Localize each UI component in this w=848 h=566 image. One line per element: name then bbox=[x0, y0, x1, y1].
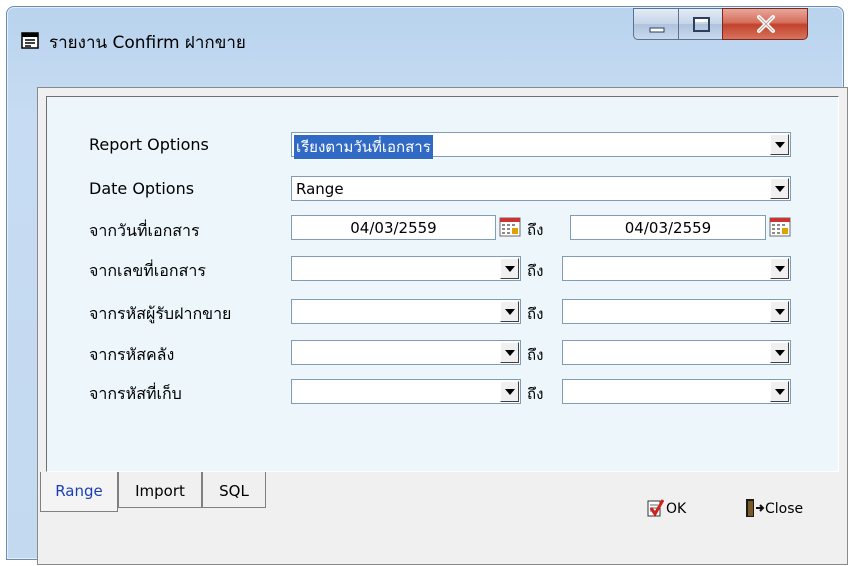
calendar-icon[interactable] bbox=[769, 217, 791, 237]
ok-button[interactable]: OK bbox=[646, 498, 716, 522]
tab-sql-label: SQL bbox=[219, 482, 249, 500]
warehouse-to-select[interactable] bbox=[562, 340, 791, 365]
doc-date-to-value: 04/03/2559 bbox=[624, 219, 712, 237]
chevron-down-icon[interactable] bbox=[770, 258, 789, 279]
close-label: Close bbox=[765, 501, 804, 517]
chevron-down-icon[interactable] bbox=[770, 301, 789, 322]
warehouse-from-select[interactable] bbox=[291, 340, 521, 365]
chevron-down-icon[interactable] bbox=[770, 342, 789, 363]
window-title: รายงาน Confirm ฝากขาย bbox=[49, 33, 246, 53]
consignee-label: จากรหัสผู้รับฝากขาย bbox=[89, 304, 232, 323]
maximize-icon bbox=[693, 17, 710, 32]
chevron-down-icon[interactable] bbox=[500, 301, 519, 322]
close-window-button[interactable] bbox=[722, 8, 808, 40]
chevron-down-icon[interactable] bbox=[500, 258, 519, 279]
to-label: ถึง bbox=[527, 221, 544, 239]
tab-sql[interactable]: SQL bbox=[202, 472, 266, 508]
doc-date-label: จากวันที่เอกสาร bbox=[89, 221, 200, 240]
to-label: ถึง bbox=[527, 385, 544, 403]
report-window: รายงาน Confirm ฝากขาย Report Options เรี… bbox=[6, 6, 848, 565]
close-icon bbox=[757, 15, 775, 33]
tab-strip: Range Import SQL bbox=[38, 472, 848, 512]
chevron-down-icon[interactable] bbox=[770, 134, 789, 155]
location-to-select[interactable] bbox=[562, 379, 791, 404]
report-window-icon bbox=[21, 31, 39, 49]
client-area: Report Options เรียงตามวันที่เอกสาร Date… bbox=[37, 87, 848, 565]
exit-door-icon bbox=[746, 499, 765, 517]
maximize-button[interactable] bbox=[678, 8, 723, 40]
doc-date-to-input[interactable]: 04/03/2559 bbox=[570, 215, 766, 240]
tab-range[interactable]: Range bbox=[40, 472, 118, 512]
doc-no-from-select[interactable] bbox=[291, 256, 521, 281]
chevron-down-icon[interactable] bbox=[500, 342, 519, 363]
calendar-icon[interactable] bbox=[499, 217, 521, 237]
range-panel: Report Options เรียงตามวันที่เอกสาร Date… bbox=[46, 96, 839, 472]
doc-no-to-select[interactable] bbox=[562, 256, 791, 281]
tab-import-label: Import bbox=[135, 482, 185, 500]
to-label: ถึง bbox=[527, 305, 544, 323]
tab-range-label: Range bbox=[55, 482, 103, 500]
close-button[interactable]: Close bbox=[743, 498, 843, 522]
date-options-value: Range bbox=[296, 180, 344, 198]
doc-date-from-input[interactable]: 04/03/2559 bbox=[291, 215, 496, 240]
tab-import[interactable]: Import bbox=[118, 472, 202, 508]
location-label: จากรหัสที่เก็บ bbox=[89, 384, 182, 403]
ok-label: OK bbox=[666, 501, 687, 517]
date-options-label: Date Options bbox=[89, 179, 195, 198]
report-options-select[interactable]: เรียงตามวันที่เอกสาร bbox=[291, 132, 791, 160]
consignee-from-select[interactable] bbox=[291, 299, 521, 324]
consignee-to-select[interactable] bbox=[562, 299, 791, 324]
minimize-button[interactable] bbox=[633, 8, 679, 40]
title-bar[interactable]: รายงาน Confirm ฝากขาย bbox=[7, 7, 843, 79]
check-document-icon bbox=[647, 499, 664, 517]
chevron-down-icon[interactable] bbox=[770, 381, 789, 402]
doc-date-from-value: 04/03/2559 bbox=[350, 219, 437, 237]
to-label: ถึง bbox=[527, 346, 544, 364]
chevron-down-icon[interactable] bbox=[770, 178, 789, 199]
warehouse-label: จากรหัสคลัง bbox=[89, 345, 175, 364]
minimize-icon bbox=[649, 27, 665, 33]
location-from-select[interactable] bbox=[291, 379, 521, 404]
chevron-down-icon[interactable] bbox=[500, 381, 519, 402]
doc-no-label: จากเลขที่เอกสาร bbox=[89, 261, 206, 280]
report-options-value: เรียงตามวันที่เอกสาร bbox=[293, 134, 434, 160]
report-options-label: Report Options bbox=[89, 135, 209, 154]
date-options-select[interactable]: Range bbox=[291, 176, 791, 201]
to-label: ถึง bbox=[527, 262, 544, 280]
